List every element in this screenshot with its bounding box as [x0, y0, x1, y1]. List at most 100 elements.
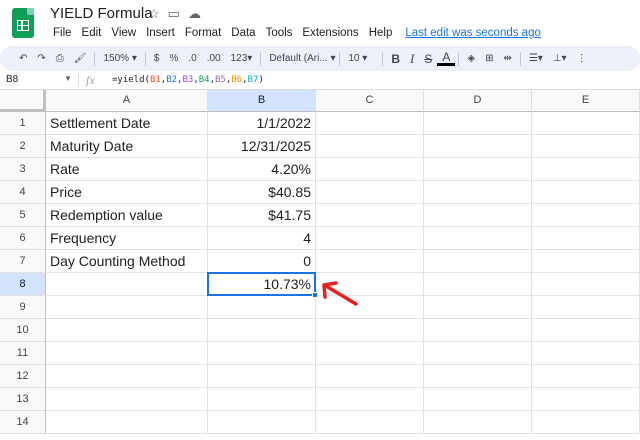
row-header-13[interactable]: 13: [0, 388, 46, 411]
cell-e7[interactable]: [532, 250, 640, 273]
cell-c3[interactable]: [316, 158, 424, 181]
cell-a12[interactable]: [46, 365, 208, 388]
cell-c11[interactable]: [316, 342, 424, 365]
strikethrough-button[interactable]: S: [419, 52, 437, 66]
cell-a3[interactable]: Rate: [46, 158, 208, 181]
cell-a5[interactable]: Redemption value: [46, 204, 208, 227]
row-header-6[interactable]: 6: [0, 227, 46, 250]
zoom-select[interactable]: 150% ▾: [98, 53, 141, 64]
menu-tools[interactable]: Tools: [261, 27, 298, 39]
cell-d3[interactable]: [424, 158, 532, 181]
cell-b13[interactable]: [208, 388, 316, 411]
menu-help[interactable]: Help: [364, 27, 398, 39]
select-all-corner[interactable]: [0, 90, 46, 112]
cell-b6[interactable]: 4: [208, 227, 316, 250]
print-icon[interactable]: ⎙: [51, 53, 69, 64]
cell-c6[interactable]: [316, 227, 424, 250]
formula-input[interactable]: =yield(B1,B2,B3,B4,B5,B6,B7): [112, 75, 264, 85]
cell-c10[interactable]: [316, 319, 424, 342]
star-icon[interactable]: ☆: [148, 6, 160, 22]
vertical-align-icon[interactable]: ⊥▾: [548, 53, 572, 64]
cell-d1[interactable]: [424, 112, 532, 135]
cell-b10[interactable]: [208, 319, 316, 342]
cell-c2[interactable]: [316, 135, 424, 158]
column-header-e[interactable]: E: [532, 90, 640, 112]
cell-d12[interactable]: [424, 365, 532, 388]
cell-a14[interactable]: [46, 411, 208, 434]
cell-b5[interactable]: $41.75: [208, 204, 316, 227]
cell-b1[interactable]: 1/1/2022: [208, 112, 316, 135]
cell-d7[interactable]: [424, 250, 532, 273]
cell-b3[interactable]: 4.20%: [208, 158, 316, 181]
more-formats-button[interactable]: 123▾: [226, 53, 258, 64]
cell-e14[interactable]: [532, 411, 640, 434]
row-header-5[interactable]: 5: [0, 204, 46, 227]
cell-a11[interactable]: [46, 342, 208, 365]
cell-d14[interactable]: [424, 411, 532, 434]
cell-a8[interactable]: [46, 273, 208, 296]
cell-b4[interactable]: $40.85: [208, 181, 316, 204]
decrease-decimal-button[interactable]: .0: [183, 53, 201, 64]
row-header-10[interactable]: 10: [0, 319, 46, 342]
currency-format-button[interactable]: $: [149, 53, 165, 64]
fill-color-icon[interactable]: ◈: [462, 53, 480, 64]
cell-c14[interactable]: [316, 411, 424, 434]
undo-icon[interactable]: ↶: [14, 53, 32, 64]
row-header-14[interactable]: 14: [0, 411, 46, 434]
row-header-3[interactable]: 3: [0, 158, 46, 181]
redo-icon[interactable]: ↷: [32, 53, 50, 64]
menu-data[interactable]: Data: [226, 27, 260, 39]
menu-view[interactable]: View: [106, 27, 141, 39]
cell-e1[interactable]: [532, 112, 640, 135]
move-folder-icon[interactable]: ▭: [168, 6, 180, 22]
italic-button[interactable]: I: [405, 51, 419, 67]
cell-e8[interactable]: [532, 273, 640, 296]
cell-c5[interactable]: [316, 204, 424, 227]
cell-d9[interactable]: [424, 296, 532, 319]
cell-a1[interactable]: Settlement Date: [46, 112, 208, 135]
cell-e6[interactable]: [532, 227, 640, 250]
cell-d8[interactable]: [424, 273, 532, 296]
cell-e5[interactable]: [532, 204, 640, 227]
cell-a13[interactable]: [46, 388, 208, 411]
cell-b2[interactable]: 12/31/2025: [208, 135, 316, 158]
cell-e10[interactable]: [532, 319, 640, 342]
row-header-7[interactable]: 7: [0, 250, 46, 273]
cell-e13[interactable]: [532, 388, 640, 411]
cell-d13[interactable]: [424, 388, 532, 411]
horizontal-align-icon[interactable]: ☰▾: [524, 53, 548, 64]
percent-format-button[interactable]: %: [164, 53, 183, 64]
row-header-9[interactable]: 9: [0, 296, 46, 319]
cell-d6[interactable]: [424, 227, 532, 250]
menu-edit[interactable]: Edit: [77, 27, 107, 39]
cell-e2[interactable]: [532, 135, 640, 158]
merge-cells-icon[interactable]: ⇹: [498, 53, 516, 64]
menu-insert[interactable]: Insert: [141, 27, 180, 39]
last-edit-link[interactable]: Last edit was seconds ago: [397, 27, 546, 39]
cell-b14[interactable]: [208, 411, 316, 434]
cell-a2[interactable]: Maturity Date: [46, 135, 208, 158]
cell-e11[interactable]: [532, 342, 640, 365]
cell-b7[interactable]: 0: [208, 250, 316, 273]
cell-e12[interactable]: [532, 365, 640, 388]
more-options-icon[interactable]: ⋮: [572, 53, 592, 64]
cell-b11[interactable]: [208, 342, 316, 365]
cell-c4[interactable]: [316, 181, 424, 204]
row-header-8[interactable]: 8: [0, 273, 46, 296]
cell-c1[interactable]: [316, 112, 424, 135]
row-header-11[interactable]: 11: [0, 342, 46, 365]
cell-d2[interactable]: [424, 135, 532, 158]
cell-d4[interactable]: [424, 181, 532, 204]
cell-e9[interactable]: [532, 296, 640, 319]
cell-c7[interactable]: [316, 250, 424, 273]
row-header-4[interactable]: 4: [0, 181, 46, 204]
column-header-a[interactable]: A: [46, 90, 208, 112]
cell-b12[interactable]: [208, 365, 316, 388]
menu-extensions[interactable]: Extensions: [297, 27, 363, 39]
menu-file[interactable]: File: [48, 27, 77, 39]
row-header-1[interactable]: 1: [0, 112, 46, 135]
row-header-12[interactable]: 12: [0, 365, 46, 388]
cell-e3[interactable]: [532, 158, 640, 181]
cell-a10[interactable]: [46, 319, 208, 342]
text-color-button[interactable]: A: [437, 51, 456, 66]
